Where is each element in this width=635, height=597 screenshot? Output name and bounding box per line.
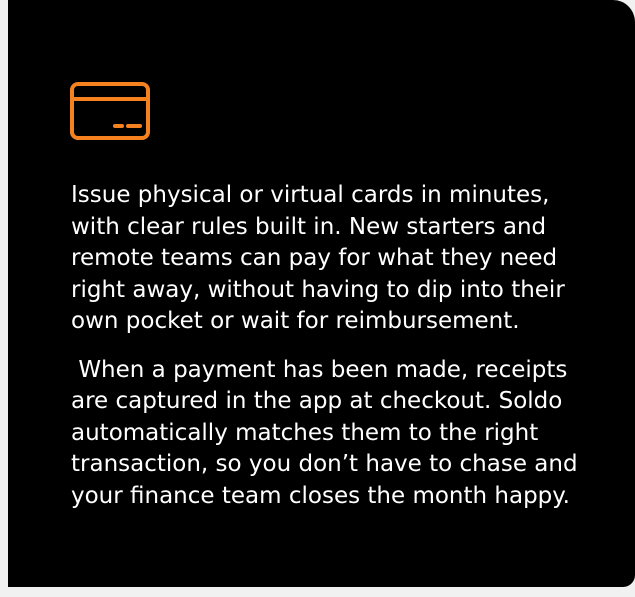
card-paragraph-receipts: When a payment has been made, receipts a… (71, 356, 585, 509)
card-paragraph-cards: Issue physical or virtual cards in minut… (71, 182, 573, 334)
credit-card-icon (70, 82, 152, 142)
feature-card: Issue physical or virtual cards in minut… (8, 0, 635, 587)
card-body: Issue physical or virtual cards in minut… (71, 180, 591, 529)
